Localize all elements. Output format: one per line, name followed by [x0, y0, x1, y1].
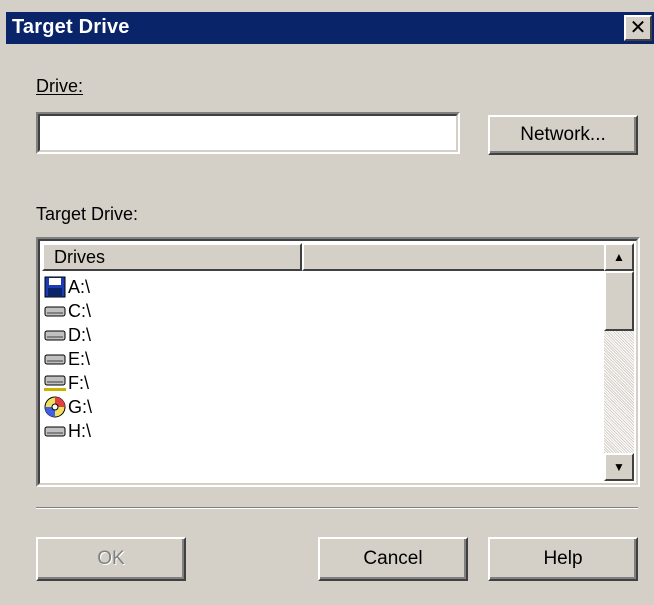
scroll-down-button[interactable]: ▼ [604, 453, 634, 481]
target-drive-label-text: Target Drive: [36, 204, 139, 224]
target-drive-label: Target Drive: [36, 204, 138, 225]
target-drive-dialog: Target Drive ✕ Drive: Network... Target … [0, 0, 654, 605]
list-item[interactable]: H:\ [44, 419, 602, 443]
hard-drive-icon [44, 300, 66, 322]
title-bar[interactable]: Target Drive ✕ [6, 12, 654, 44]
hard-drive-icon [44, 348, 66, 370]
close-button[interactable]: ✕ [624, 15, 652, 41]
drive-label: Drive: [36, 76, 83, 97]
drive-label: D:\ [68, 324, 92, 345]
list-item[interactable]: D:\ [44, 323, 602, 347]
network-drive-icon [44, 420, 66, 442]
arrow-up-icon: ▲ [613, 250, 625, 264]
cd-drive-icon [44, 396, 66, 418]
close-icon: ✕ [629, 17, 647, 39]
divider [36, 507, 638, 509]
list-item[interactable]: C:\ [44, 299, 602, 323]
help-button-label: Help [543, 548, 583, 569]
drive-input-frame [36, 112, 460, 154]
drives-list-header: Drives [42, 243, 606, 271]
network-button[interactable]: Network... [488, 115, 638, 155]
arrow-down-icon: ▼ [613, 460, 625, 474]
drive-label: F:\ [68, 372, 89, 393]
list-item[interactable]: G:\ [44, 395, 602, 419]
scroll-thumb[interactable] [604, 271, 634, 331]
drives-list: A:\ C:\ D:\ E:\ F:\ G:\ H:\ [44, 275, 602, 481]
vertical-scrollbar[interactable]: ▲ ▼ [604, 243, 634, 481]
drive-label: H:\ [68, 420, 92, 441]
ok-button[interactable]: OK [36, 537, 186, 581]
drive-label: A:\ [68, 276, 91, 297]
column-header-drives[interactable]: Drives [42, 243, 302, 271]
help-button[interactable]: Help [488, 537, 638, 581]
hard-drive-icon [44, 324, 66, 346]
drive-input[interactable] [40, 116, 456, 150]
drive-label: E:\ [68, 348, 91, 369]
drive-label: G:\ [68, 396, 93, 417]
network-button-label: Network... [520, 124, 606, 145]
cancel-button[interactable]: Cancel [318, 537, 468, 581]
scroll-up-button[interactable]: ▲ [604, 243, 634, 271]
column-header-drives-label: Drives [54, 247, 106, 267]
list-item[interactable]: A:\ [44, 275, 602, 299]
network-drive-icon [44, 372, 66, 394]
list-item[interactable]: E:\ [44, 347, 602, 371]
window-title: Target Drive [12, 16, 130, 38]
list-item[interactable]: F:\ [44, 371, 602, 395]
column-header-blank[interactable] [302, 243, 606, 271]
cancel-button-label: Cancel [363, 548, 423, 569]
floppy-icon [44, 276, 66, 298]
drive-label: C:\ [68, 300, 92, 321]
ok-button-label: OK [97, 548, 125, 569]
drive-label-text: Drive: [36, 76, 84, 96]
drives-list-frame: Drives A:\ C:\ D:\ E:\ F:\ G:\ H:\ ▲ ▼ [36, 237, 640, 487]
